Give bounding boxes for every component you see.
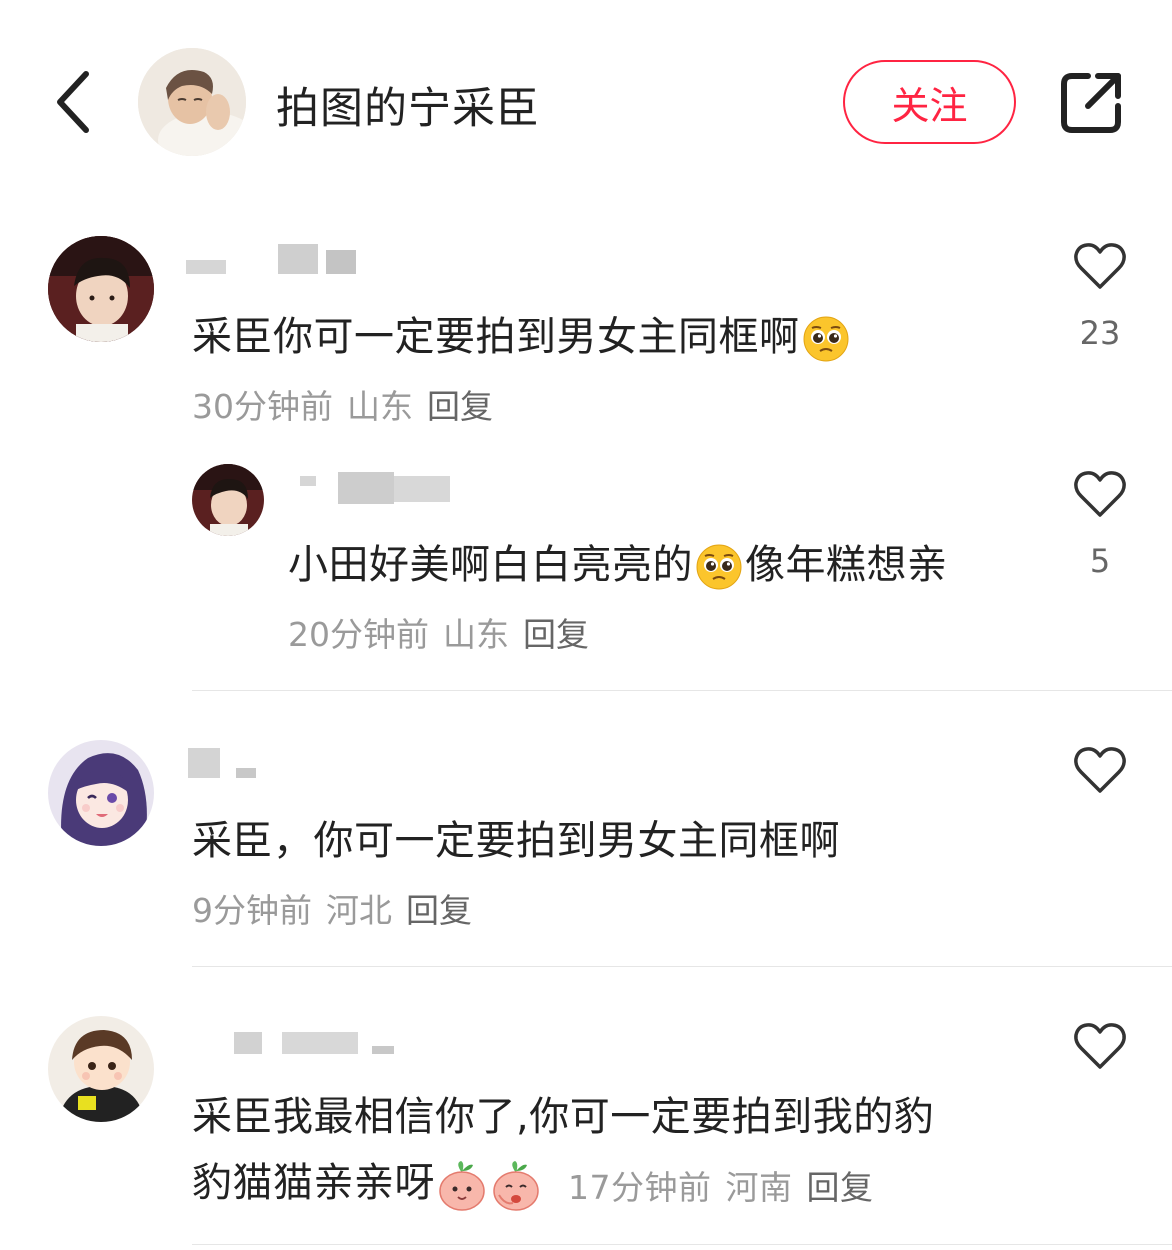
author-name[interactable]: 拍图的宁采臣 [276,74,540,136]
comment-meta: 9分钟前 河北 回复 [192,884,472,932]
commenter-avatar[interactable] [48,1016,154,1122]
divider [192,966,1172,967]
comment-location: 山东 [443,615,509,654]
heart-icon [1074,243,1126,289]
avatar-image [48,740,154,846]
divider [192,690,1172,691]
pleading-face-emoji [695,543,743,591]
comment-meta: 17分钟前 河南 回复 [557,1168,874,1207]
heart-icon [1074,471,1126,517]
comment-time: 30分钟前 [192,387,333,426]
comment-time: 20分钟前 [288,615,429,654]
reply-button[interactable]: 回复 [807,1168,874,1207]
share-icon [1061,73,1121,133]
comment-text: 采臣，你可一定要拍到男女主同框啊 [192,818,840,864]
blurred-username[interactable] [282,470,462,504]
comment-meta: 30分钟前 山东 回复 [192,380,493,428]
like-button[interactable] [1070,1022,1130,1072]
comment-meta: 20分钟前 山东 回复 [288,608,589,656]
comment-text: 采臣你可一定要拍到男女主同框啊 [192,304,852,363]
pleading-face-emoji [802,315,850,363]
like-count: 23 [1079,314,1121,352]
comment-text: 小田好美啊白白亮亮的 像年糕想亲 [288,532,948,591]
like-count: 5 [1089,542,1111,580]
follow-button[interactable]: 关注 [843,60,1016,144]
back-button[interactable] [46,64,102,140]
commenter-avatar[interactable] [48,236,154,342]
share-button[interactable] [1058,68,1126,136]
reply-button[interactable]: 回复 [427,387,493,426]
peach-face-emoji [437,1159,487,1211]
blurred-username[interactable] [186,242,366,274]
blurred-username[interactable] [186,1022,406,1054]
comment-time: 9分钟前 [192,891,312,930]
divider [192,1244,1172,1245]
heart-icon [1074,747,1126,793]
avatar-image [192,464,264,536]
like-button[interactable] [1070,746,1130,796]
peach-face-emoji [491,1159,541,1211]
comment-text-line-2: 豹猫猫亲亲呀 17分钟前 河南 回复 [192,1150,874,1211]
comment-location: 河南 [725,1168,793,1207]
author-avatar[interactable] [138,48,246,156]
like-button[interactable]: 5 [1070,470,1130,580]
avatar-image [48,1016,154,1122]
commenter-avatar[interactable] [48,740,154,846]
comment-location: 山东 [347,387,413,426]
avatar-image [138,48,246,156]
chevron-left-icon [57,71,89,133]
comment-time: 17分钟前 [568,1168,712,1207]
comment-text-line-1: 采臣我最相信你了,你可一定要拍到我的豹 [192,1094,935,1140]
comment-location: 河北 [326,891,392,930]
avatar-image [48,236,154,342]
top-bar: 拍图的宁采臣 关注 [0,0,1172,200]
like-button[interactable]: 23 [1070,242,1130,352]
heart-icon [1074,1023,1126,1069]
reply-button[interactable]: 回复 [523,615,589,654]
commenter-avatar[interactable] [192,464,264,536]
blurred-username[interactable] [186,746,306,778]
reply-button[interactable]: 回复 [406,891,472,930]
